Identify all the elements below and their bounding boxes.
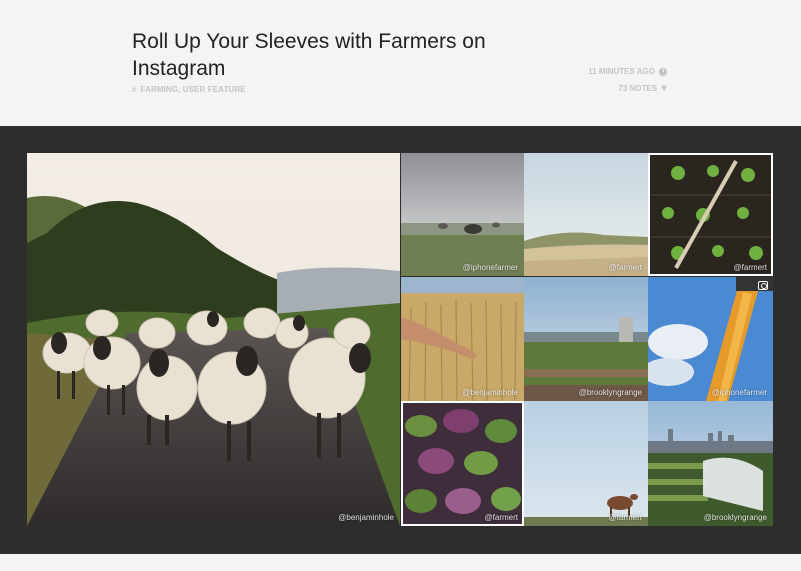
photo-credit: @iphonefarmer	[711, 388, 767, 397]
post-timestamp[interactable]: 11 MINUTES AGO	[588, 67, 667, 76]
wheat-image	[401, 277, 524, 401]
city-farm-image	[648, 401, 773, 526]
post-notes[interactable]: 73 NOTES ♥	[618, 82, 667, 94]
photo-credit: @benjaminhole	[338, 513, 394, 522]
post-title[interactable]: Roll Up Your Sleeves with Farmers on Ins…	[132, 28, 552, 82]
seedlings-image	[648, 153, 773, 276]
photo-sheep[interactable]: @benjaminhole	[27, 153, 400, 526]
grain-pour-image	[648, 277, 773, 401]
heart-icon: ♥	[661, 82, 667, 94]
photo-landscape[interactable]: @farmert	[524, 153, 648, 276]
cow-image	[524, 401, 648, 526]
photo-grain-pour[interactable]: @iphonefarmer	[648, 277, 773, 401]
photo-credit: @farmert	[484, 513, 518, 522]
landscape-image	[524, 153, 648, 276]
photo-rooftop-farm[interactable]: @brooklyngrange	[524, 277, 648, 401]
instagram-icon	[758, 281, 768, 290]
photo-credit: @brooklyngrange	[578, 388, 642, 397]
photoset-stage: @benjaminhole @iphonefarmer @farmert @fa…	[0, 126, 801, 554]
rooftop-farm-image	[524, 277, 648, 401]
leaves-image	[401, 401, 524, 526]
notes-text: 73 NOTES	[618, 84, 658, 93]
photo-cow[interactable]: @farmert	[524, 401, 648, 526]
photoset-grid: @benjaminhole @iphonefarmer @farmert @fa…	[27, 153, 773, 526]
foggy-field-image	[401, 153, 524, 276]
post-header: Roll Up Your Sleeves with Farmers on Ins…	[0, 0, 801, 126]
photo-credit: @farmert	[608, 263, 642, 272]
sheep-image	[27, 153, 400, 526]
photo-wheat[interactable]: @benjaminhole	[401, 277, 524, 401]
page-footer-strip	[0, 554, 801, 571]
post-tags[interactable]: # FARMING, USER FEATURE	[132, 85, 246, 94]
photo-seedlings[interactable]: @farmert	[648, 153, 773, 276]
photo-credit: @iphonefarmer	[462, 263, 518, 272]
timestamp-text: 11 MINUTES AGO	[588, 67, 655, 76]
photo-credit: @benjaminhole	[462, 388, 518, 397]
photo-credit: @farmert	[733, 263, 767, 272]
photo-credit: @farmert	[608, 513, 642, 522]
photo-city-farm[interactable]: @brooklyngrange	[648, 401, 773, 526]
tags-text[interactable]: FARMING, USER FEATURE	[141, 85, 246, 94]
hash-icon: #	[132, 85, 137, 94]
photo-credit: @brooklyngrange	[703, 513, 767, 522]
photo-leaves[interactable]: @farmert	[401, 401, 524, 526]
clock-icon	[659, 67, 667, 76]
photo-foggy-field[interactable]: @iphonefarmer	[401, 153, 524, 276]
